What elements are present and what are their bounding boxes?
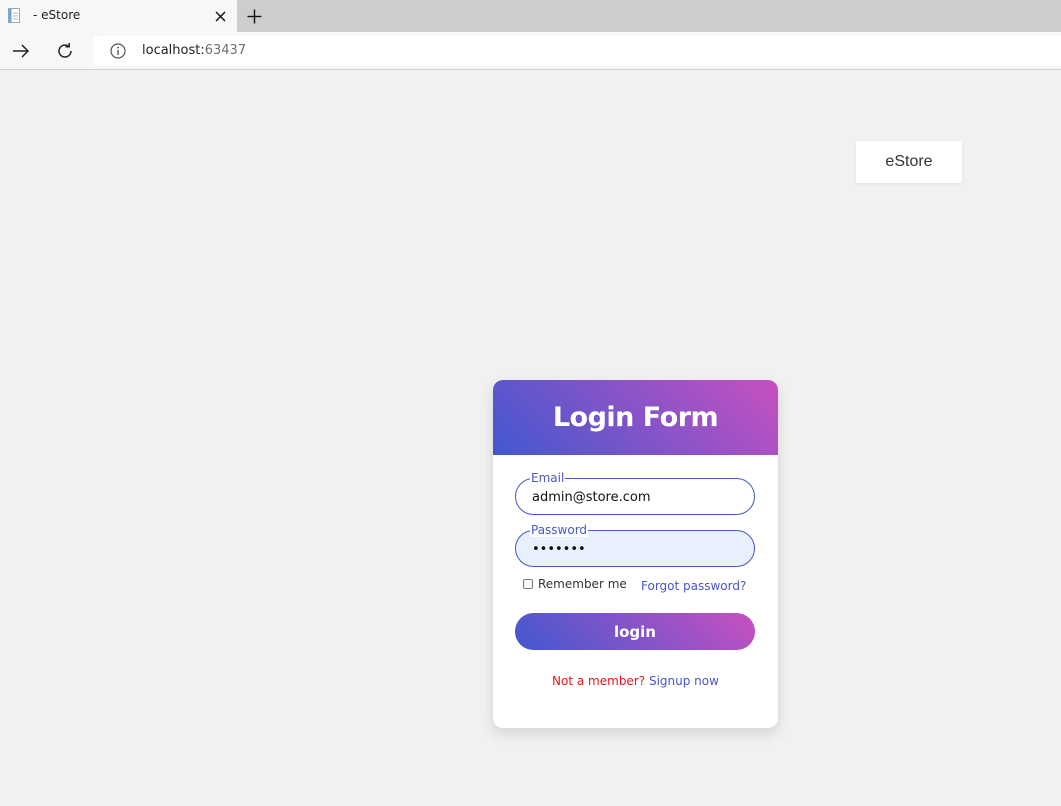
forward-arrow-icon[interactable] (8, 39, 34, 63)
email-field[interactable]: Email (515, 471, 755, 515)
refresh-icon[interactable] (52, 39, 78, 63)
new-tab-plus-icon[interactable] (243, 5, 265, 27)
forgot-password-link[interactable]: Forgot password? (641, 579, 746, 593)
login-card: Login Form Email Password Remember me Fo… (493, 380, 778, 728)
login-card-header: Login Form (493, 380, 778, 455)
url-text: localhost:63437 (142, 43, 246, 58)
login-button[interactable]: login (515, 613, 755, 650)
tab-strip: - eStore (0, 0, 1061, 32)
page-favicon-icon (8, 8, 22, 24)
brand-box[interactable]: eStore (856, 141, 962, 183)
tab-title: - eStore (33, 8, 81, 22)
email-input[interactable] (532, 487, 737, 507)
browser-tab[interactable]: - eStore (0, 0, 237, 32)
brand-label: eStore (885, 153, 933, 170)
password-field[interactable]: Password (515, 523, 755, 567)
tab-close-icon[interactable] (210, 6, 230, 26)
login-title: Login Form (552, 402, 719, 433)
address-bar[interactable]: localhost:63437 (93, 36, 1061, 66)
password-label: Password (530, 523, 589, 537)
remember-me-checkbox[interactable] (523, 579, 533, 589)
site-info-icon[interactable] (110, 43, 126, 59)
email-label: Email (530, 471, 566, 485)
signup-row: Not a member? Signup now (493, 674, 778, 688)
not-member-text: Not a member? (552, 674, 646, 688)
remember-me[interactable]: Remember me (523, 577, 627, 591)
url-host: localhost: (142, 43, 205, 58)
signup-link[interactable]: Signup now (649, 674, 719, 688)
password-input[interactable] (532, 539, 737, 559)
browser-toolbar: localhost:63437 (0, 32, 1061, 70)
url-port: 63437 (204, 43, 247, 58)
remember-me-label: Remember me (538, 577, 627, 591)
